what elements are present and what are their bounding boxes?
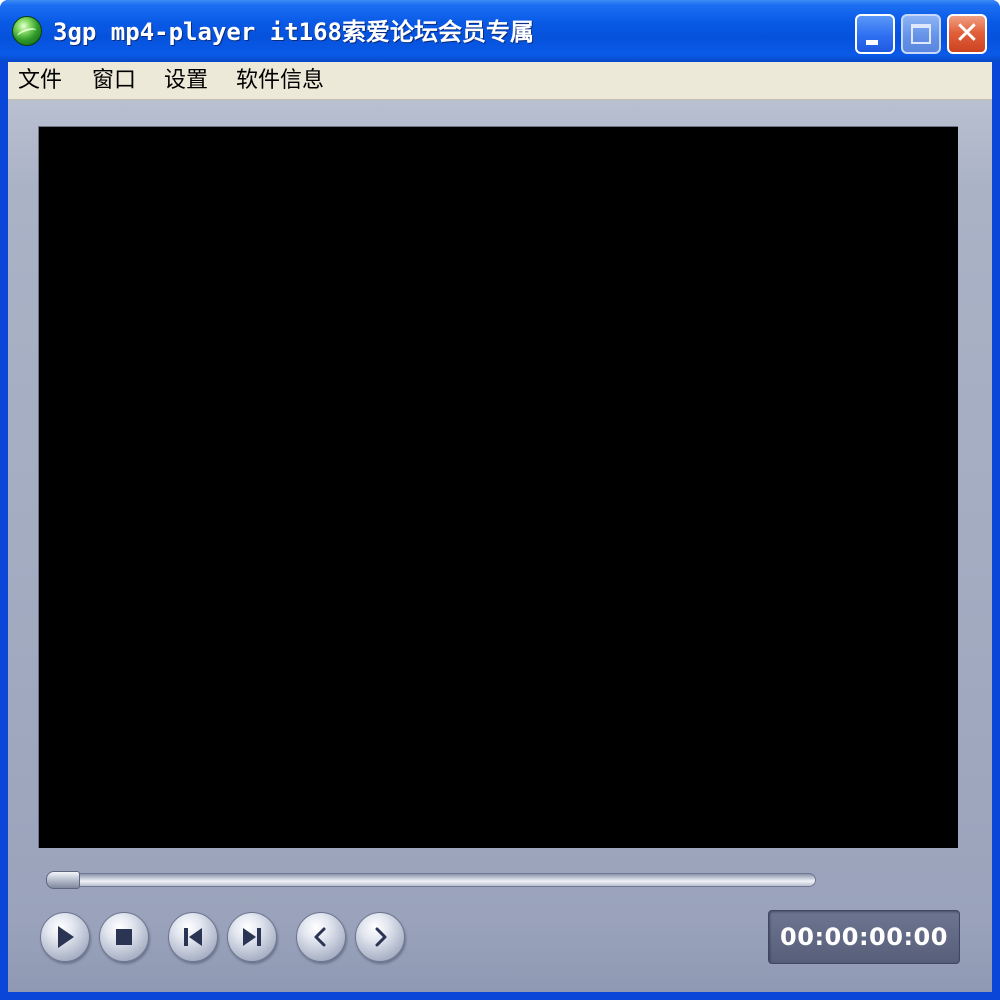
chevron-left-icon: [314, 927, 326, 947]
menu-file[interactable]: 文件: [18, 62, 62, 100]
close-button[interactable]: ✕: [947, 14, 987, 54]
menu-bar: 文件 窗口 设置 软件信息: [8, 62, 992, 100]
menu-settings[interactable]: 设置: [164, 62, 208, 100]
stop-icon: [116, 929, 132, 945]
minimize-icon: [866, 40, 878, 45]
player-panel: 00:00:00:00: [8, 100, 992, 992]
skip-back-icon: [184, 928, 202, 946]
time-display: 00:00:00:00: [768, 910, 960, 964]
title-bar[interactable]: 3gp mp4-player it168索爱论坛会员专属 ✕: [0, 0, 1000, 62]
rewind-button[interactable]: [296, 912, 346, 962]
minimize-button[interactable]: [855, 14, 895, 54]
sony-ericsson-globe-icon[interactable]: [12, 16, 42, 46]
window-title: 3gp mp4-player it168索爱论坛会员专属: [53, 18, 534, 46]
play-icon: [58, 926, 74, 948]
menu-software-info[interactable]: 软件信息: [236, 62, 324, 100]
stop-button[interactable]: [99, 912, 149, 962]
skip-forward-icon: [243, 928, 261, 946]
maximize-icon: [911, 24, 931, 44]
seek-handle[interactable]: [46, 871, 80, 889]
player-window: 3gp mp4-player it168索爱论坛会员专属 ✕ 文件 窗口 设置 …: [0, 0, 1000, 1000]
next-button[interactable]: [227, 912, 277, 962]
video-display[interactable]: [38, 126, 958, 848]
forward-button[interactable]: [355, 912, 405, 962]
chevron-right-icon: [375, 927, 387, 947]
menu-window[interactable]: 窗口: [92, 62, 136, 100]
play-button[interactable]: [40, 912, 90, 962]
seek-bar[interactable]: [46, 873, 816, 887]
maximize-button[interactable]: [901, 14, 941, 54]
previous-button[interactable]: [168, 912, 218, 962]
close-icon: ✕: [954, 16, 980, 51]
